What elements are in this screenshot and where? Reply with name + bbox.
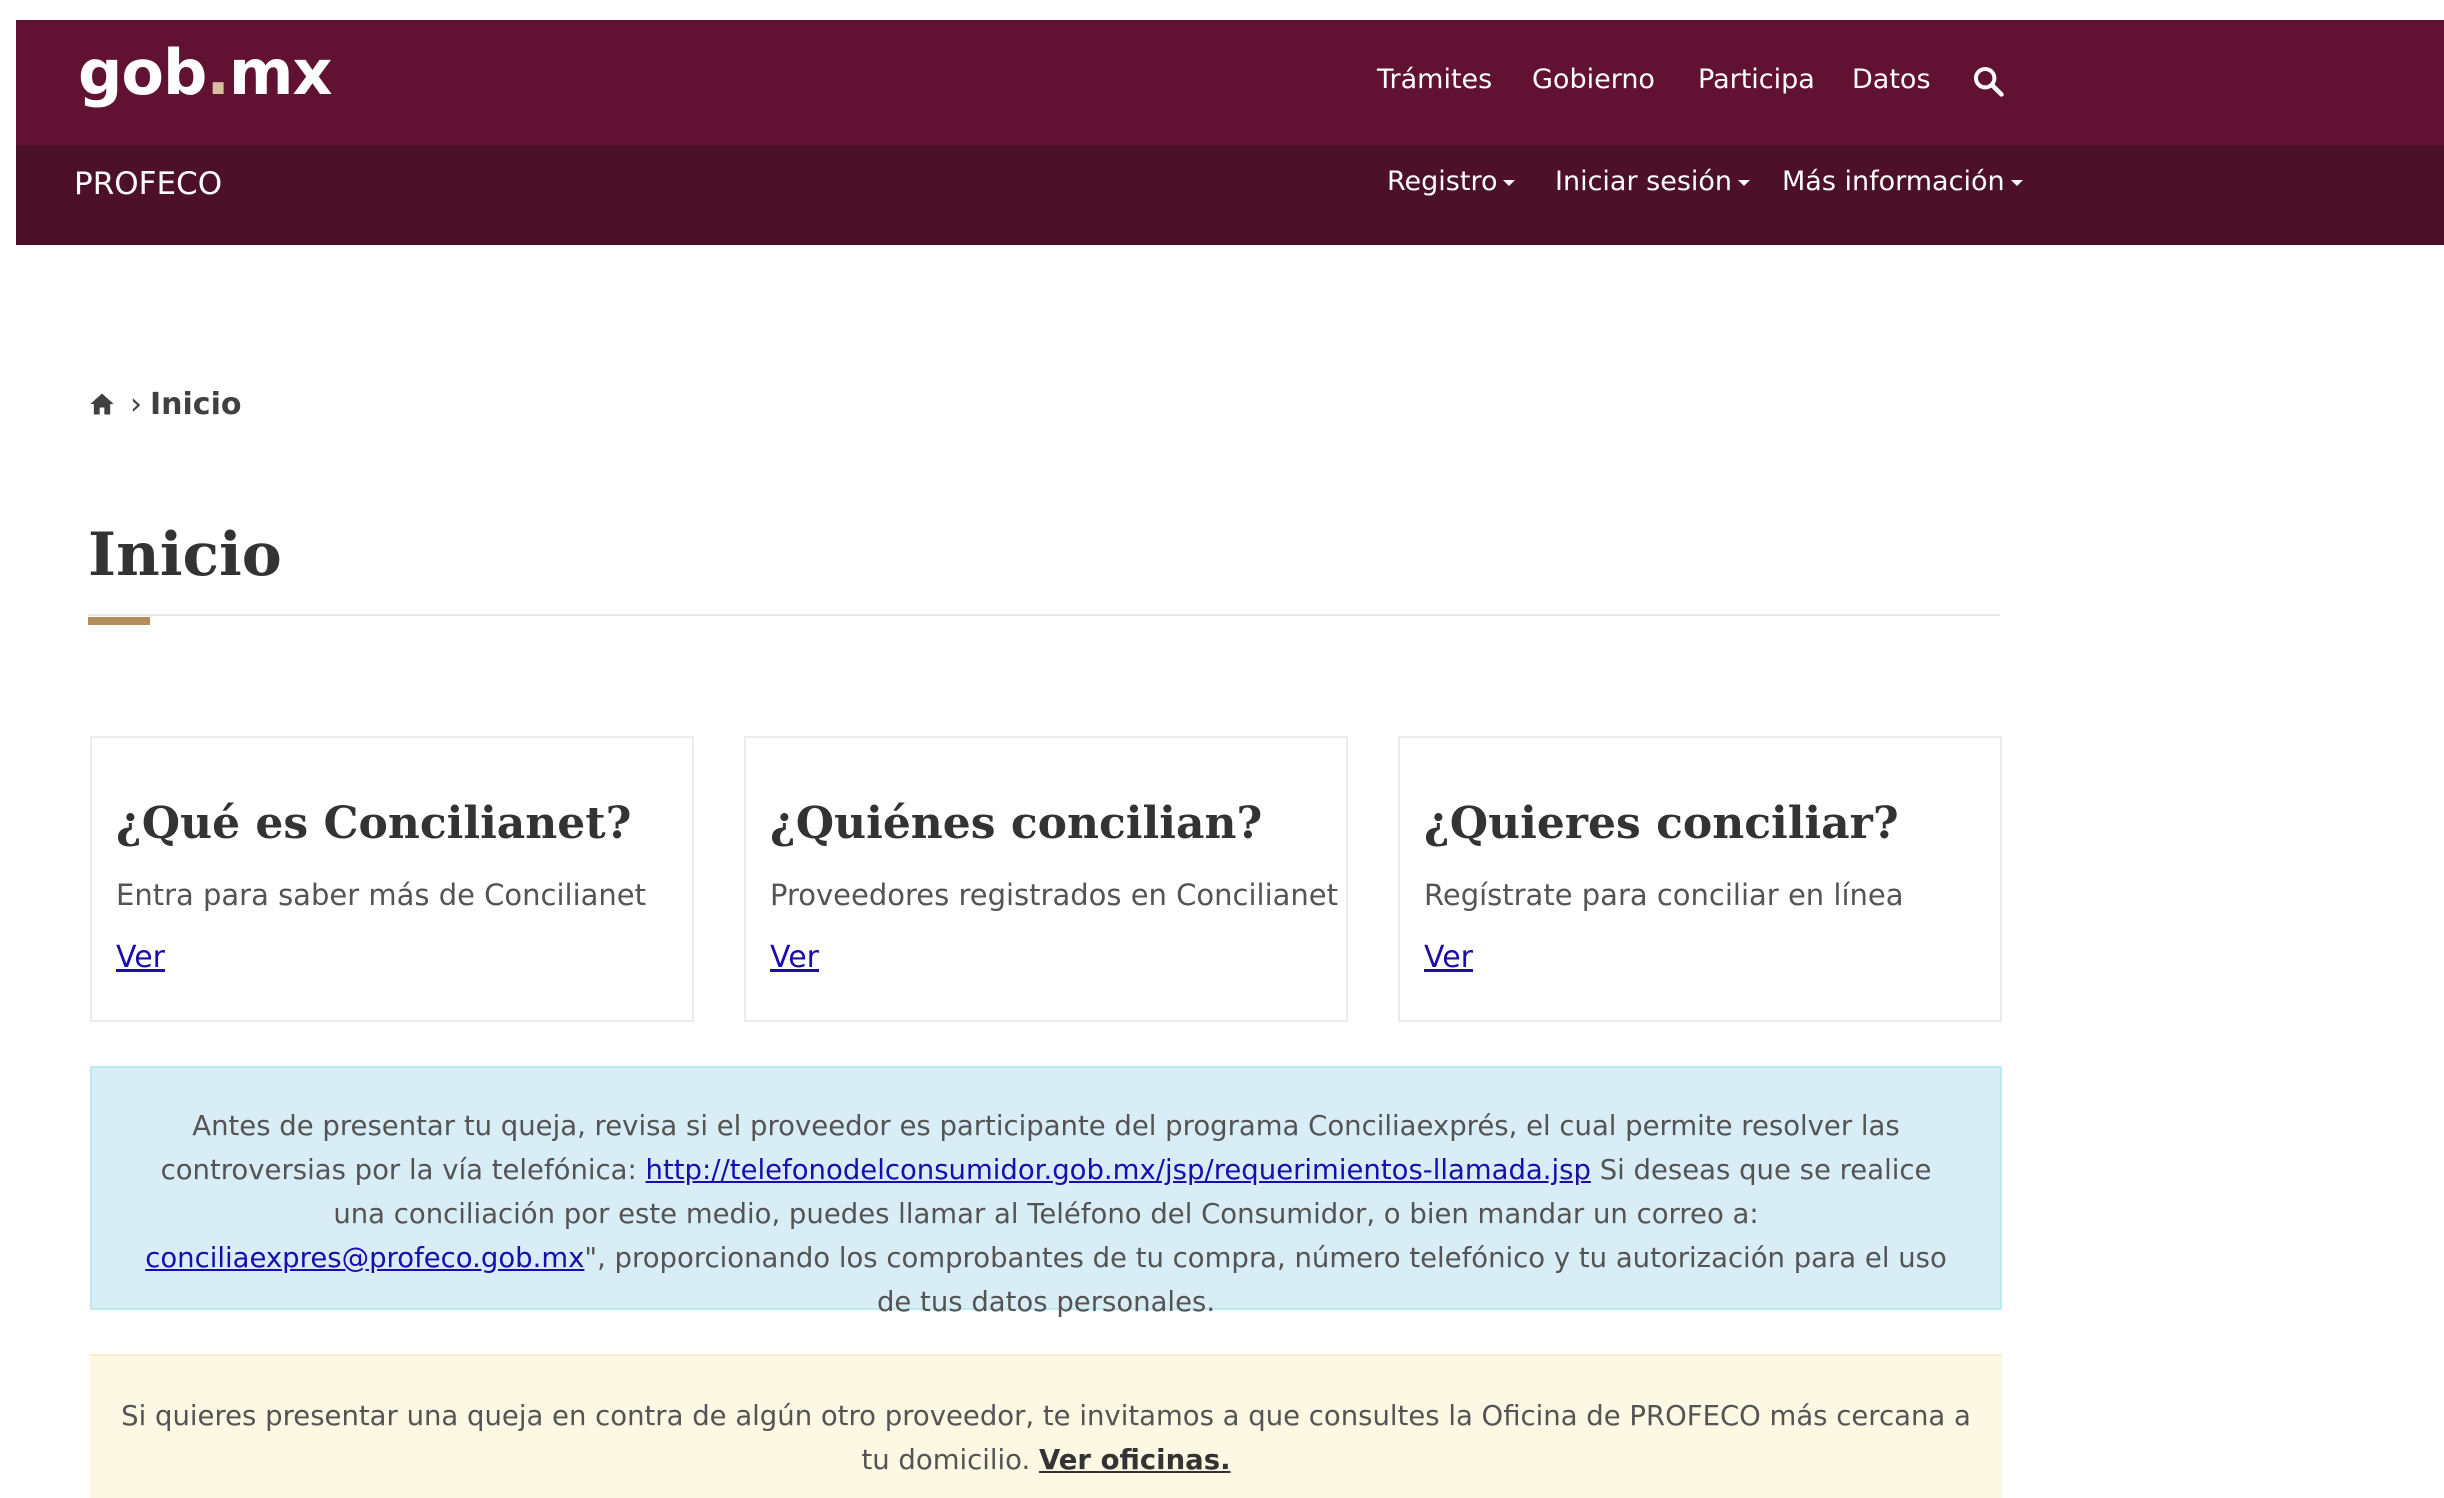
conciliaexpres-info-alert: Antes de presentar tu queja, revisa si e… (90, 1066, 2002, 1318)
card-description: Proveedores registrados en Concilianet (770, 878, 1338, 912)
breadcrumb: › Inicio (88, 384, 241, 424)
caret-down-icon (1503, 179, 1516, 186)
card-title: ¿Quieres conciliar? (1424, 798, 1899, 849)
search-icon[interactable] (1971, 64, 2005, 98)
card-ver-link[interactable]: Ver (1424, 940, 1473, 975)
home-icon[interactable] (88, 390, 116, 418)
card-ver-link[interactable]: Ver (116, 940, 165, 975)
card-title: ¿Qué es Concilianet? (116, 798, 632, 849)
card-title: ¿Quiénes concilian? (770, 798, 1263, 849)
card-que-es-concilianet: ¿Qué es Concilianet? Entra para saber má… (90, 736, 694, 1022)
main-nav: Trámites Gobierno Participa Datos (0, 64, 2444, 104)
iniciar-sesion-dropdown[interactable]: Iniciar sesión (1555, 166, 1751, 197)
oficinas-warning-alert: Si quieres presentar una queja en contra… (90, 1354, 2002, 1498)
title-divider (88, 614, 2000, 616)
info-text-3: ", proporcionando los comprobantes de tu… (584, 1242, 1947, 1318)
mas-informacion-label: Más información (1782, 166, 2005, 197)
nav-tramites[interactable]: Trámites (1377, 64, 1492, 95)
breadcrumb-separator: › (130, 386, 142, 422)
caret-down-icon (1738, 179, 1751, 186)
nav-gobierno[interactable]: Gobierno (1532, 64, 1655, 95)
iniciar-sesion-label: Iniciar sesión (1555, 166, 1733, 197)
card-ver-link[interactable]: Ver (770, 940, 819, 975)
nav-participa[interactable]: Participa (1698, 64, 1815, 95)
card-description: Regístrate para conciliar en línea (1424, 878, 1904, 912)
conciliaexpres-email-link[interactable]: conciliaexpres@profeco.gob.mx (145, 1242, 584, 1274)
registro-dropdown[interactable]: Registro (1387, 166, 1516, 197)
mas-informacion-dropdown[interactable]: Más información (1782, 166, 2023, 197)
page-title: Inicio (88, 520, 282, 590)
card-description: Entra para saber más de Concilianet (116, 878, 647, 912)
telefono-consumidor-link[interactable]: http://telefonodelconsumidor.gob.mx/jsp/… (646, 1154, 1591, 1186)
nav-datos[interactable]: Datos (1852, 64, 1931, 95)
breadcrumb-current: Inicio (150, 386, 242, 422)
title-accent-bar (88, 617, 150, 625)
entity-name[interactable]: PROFECO (74, 166, 222, 202)
caret-down-icon (2010, 179, 2023, 186)
registro-label: Registro (1387, 166, 1498, 197)
card-quieres-conciliar: ¿Quieres conciliar? Regístrate para conc… (1398, 736, 2002, 1022)
ver-oficinas-link[interactable]: Ver oficinas. (1039, 1444, 1231, 1476)
header-secondary-bar (16, 145, 2444, 245)
card-quienes-concilian: ¿Quiénes concilian? Proveedores registra… (744, 736, 1348, 1022)
